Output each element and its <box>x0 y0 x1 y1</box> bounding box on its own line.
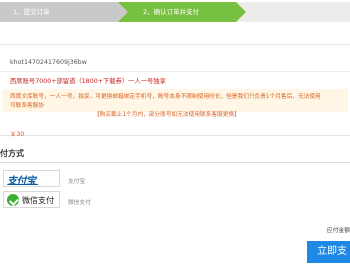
alipay-caption: 支付宝 <box>68 179 86 185</box>
divider <box>0 71 350 72</box>
notice-line-1: 西席文库账号，一人一号，独享，可更换邮箱绑定手机号，账号本身不限制使用时长，但是… <box>10 94 321 100</box>
wechat-pay-option[interactable]: 微信支付 <box>3 191 60 208</box>
notice-line-3: 【购买截止1个月内，部分账号如无法使用联系客服更换】 <box>94 112 240 118</box>
step-submit-order-label: 1、提交订单 <box>13 8 50 16</box>
wechat-pay-caption: 微信支付 <box>68 200 91 206</box>
step-submit-order: 1、提交订单 <box>0 2 128 22</box>
order-id: khot14702417609j36bw <box>10 59 87 66</box>
step-arrow <box>236 2 246 22</box>
wechat-icon <box>7 194 19 206</box>
notice-box: 西席文库账号，一人一号，独享，可更换邮箱绑定手机号，账号本身不限制使用时长，但是… <box>2 89 348 118</box>
step-confirm-pay: 2、确认订单并支付 <box>118 2 246 22</box>
pay-now-button[interactable]: 立即支 <box>307 241 350 263</box>
amount-due-label: 应付金额 <box>326 228 350 234</box>
product-name: 西席账号7000+部留道（1800+下载券）一人一号独享 <box>10 78 166 85</box>
divider <box>0 162 350 163</box>
progress-steps: 1、提交订单 2、确认订单并支付 <box>0 2 350 22</box>
alipay-logo-underline <box>8 184 38 185</box>
wechat-logo-text: 微信支付 <box>22 196 54 205</box>
order-summary: khot14702417609j36bw 西席账号7000+部留道（1800+下… <box>0 44 350 138</box>
notice-line-2: 可联系客服协 <box>10 103 45 109</box>
alipay-option[interactable]: 支付宝 <box>3 170 60 187</box>
payment-method-title: 付方式 <box>0 149 24 158</box>
step-pending <box>236 2 350 22</box>
step-confirm-pay-label: 2、确认订单并支付 <box>143 8 200 16</box>
step-arrow <box>118 2 128 22</box>
order-price: ￥30 <box>10 131 25 138</box>
